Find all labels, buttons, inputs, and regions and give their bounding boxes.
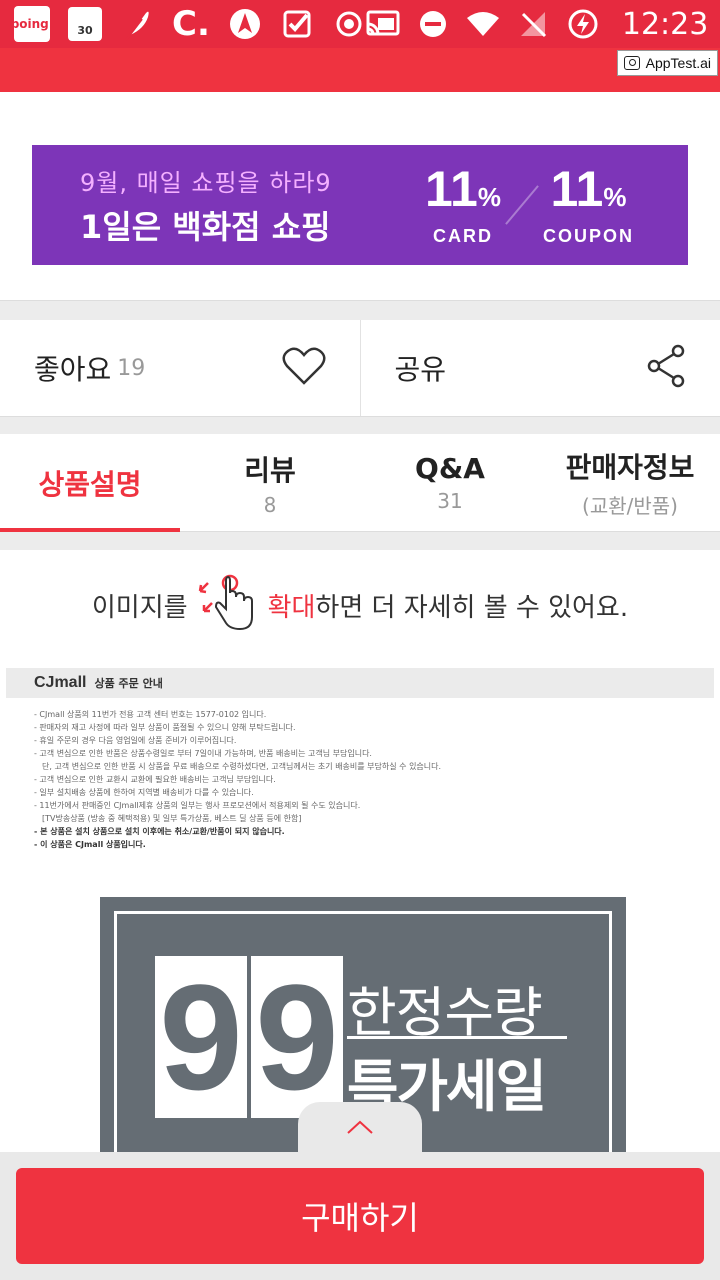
apptest-badge: AppTest.ai bbox=[616, 50, 718, 76]
apptest-label: AppTest.ai bbox=[645, 55, 711, 71]
camera-icon bbox=[623, 56, 640, 70]
checkbox-icon bbox=[280, 7, 314, 41]
notice-line: 단, 고객 변심으로 인한 반품 시 상품을 무료 배송으로 수령하셨다면, 고… bbox=[42, 762, 442, 771]
poster-rule bbox=[347, 1036, 567, 1039]
zoom-hint-after: 하면 더 자세히 볼 수 있어요. bbox=[315, 592, 629, 623]
tab-label: 상품설명 bbox=[38, 467, 142, 501]
product-tabs: 상품설명 리뷰 8 Q&A 31 판매자정보 (교환/반품) bbox=[0, 434, 720, 532]
tab-label: Q&A bbox=[415, 452, 485, 485]
tab-label: 판매자정보 bbox=[565, 451, 695, 484]
notice-line: - CJmall 상품의 11번가 전용 고객 센터 번호는 1577-0102… bbox=[34, 710, 267, 719]
section-divider bbox=[0, 300, 720, 320]
tab-seller-info[interactable]: 판매자정보 (교환/반품) bbox=[540, 434, 720, 531]
tab-review[interactable]: 리뷰 8 bbox=[180, 434, 360, 531]
digit: 9 bbox=[251, 956, 343, 1118]
zoom-hint-highlight: 확대 bbox=[267, 592, 316, 623]
tab-label: 리뷰 bbox=[244, 453, 296, 487]
poing-app-icon: poing. bbox=[11, 6, 53, 42]
zoom-hint: 이미지를 확대 하면 더 자세히 볼 수 있어요. bbox=[0, 574, 720, 635]
notice-title: 상품 주문 안내 bbox=[94, 677, 163, 690]
like-button[interactable]: 좋아요 19 bbox=[0, 320, 360, 416]
buy-button[interactable]: 구매하기 bbox=[16, 1168, 704, 1264]
notice-line: - 휴일 주문의 경우 다음 영업일에 상품 준비가 이루어집니다. bbox=[34, 736, 237, 745]
tab-qna[interactable]: Q&A 31 bbox=[360, 434, 540, 531]
cjmall-logo: CJmall bbox=[34, 674, 87, 691]
share-button[interactable]: 공유 bbox=[359, 320, 720, 416]
banner-title: 1일은 백화점 쇼핑 bbox=[80, 207, 331, 246]
section-divider bbox=[0, 532, 720, 550]
pinch-zoom-icon bbox=[196, 571, 260, 640]
card-label: CARD bbox=[432, 225, 493, 246]
coupon-pct-value: 11 bbox=[550, 160, 604, 217]
record-icon bbox=[332, 7, 366, 41]
card-pct-value: 11 bbox=[425, 160, 478, 217]
feather-icon bbox=[120, 7, 154, 41]
screen: poing. 30 C. 12:23 AppTest.ai 9월, 매일 쇼핑을… bbox=[0, 0, 720, 1280]
tab-count: 31 bbox=[437, 489, 463, 513]
chevron-up-icon bbox=[346, 1119, 374, 1139]
card-discount: 11% CARD bbox=[425, 164, 501, 247]
digit: 9 bbox=[155, 956, 247, 1118]
heart-icon bbox=[282, 346, 326, 390]
order-notice-image[interactable]: CJmall 상품 주문 안내 - CJmall 상품의 11번가 전용 고객 … bbox=[6, 668, 714, 868]
wifi-icon bbox=[466, 7, 500, 41]
c-app-icon: C. bbox=[172, 4, 210, 44]
calendar-icon: 30 bbox=[68, 7, 102, 41]
notice-line: - 고객 변심으로 인한 교환시 교환에 필요한 배송비는 고객님 부담입니다. bbox=[34, 775, 276, 784]
notice-line: - 일부 설치배송 상품에 한하여 지역별 배송비가 다를 수 있습니다. bbox=[34, 788, 254, 797]
like-count: 19 bbox=[117, 355, 146, 381]
tab-count: (교환/반품) bbox=[582, 494, 678, 518]
banner-subtitle: 9월, 매일 쇼핑을 하라9 bbox=[80, 168, 332, 197]
banner-divider bbox=[505, 185, 539, 225]
expand-options-tab[interactable] bbox=[298, 1102, 422, 1156]
notice-line: - 판매자의 재고 사정에 따라 일부 상품이 품절될 수 있으니 양해 부탁드… bbox=[34, 723, 296, 732]
card-pct-sign: % bbox=[477, 181, 501, 212]
notice-line: - 이 상품은 CJmall 상품입니다. bbox=[34, 840, 146, 849]
coupon-label: COUPON bbox=[542, 225, 634, 246]
like-label: 좋아요 bbox=[34, 353, 112, 386]
tab-count: 8 bbox=[263, 492, 277, 517]
share-label: 공유 bbox=[394, 353, 447, 386]
ninety-nine-digits: 9 9 bbox=[155, 956, 343, 1118]
do-not-disturb-icon bbox=[416, 7, 450, 41]
promo-banner[interactable]: 9월, 매일 쇼핑을 하라9 1일은 백화점 쇼핑 11% CARD 11% C… bbox=[32, 145, 688, 265]
navigation-icon bbox=[228, 7, 262, 41]
no-signal-icon bbox=[516, 7, 550, 41]
notice-line: [TV방송상품 (방송 중 혜택적용) 및 일부 특가상품, 베스트 딜 상품 … bbox=[42, 814, 302, 823]
notice-line: - 고객 변심으로 인한 반품은 상품수령일로 부터 7일이내 가능하며, 반품… bbox=[34, 749, 372, 758]
tab-description[interactable]: 상품설명 bbox=[0, 434, 180, 532]
app-header bbox=[0, 48, 720, 92]
battery-saver-icon bbox=[566, 7, 600, 41]
status-bar: poing. 30 C. 12:23 bbox=[0, 0, 720, 48]
coupon-pct-sign: % bbox=[603, 181, 627, 212]
section-divider bbox=[0, 416, 720, 434]
coupon-discount: 11% COUPON bbox=[543, 164, 634, 247]
share-icon bbox=[646, 344, 686, 392]
cast-icon bbox=[366, 7, 400, 41]
clock: 12:23 bbox=[621, 6, 709, 42]
zoom-hint-before: 이미지를 bbox=[91, 592, 188, 623]
notice-line: - 11번가에서 판매중인 CJmall제휴 상품의 일부는 행사 프로모션에서… bbox=[34, 801, 361, 810]
notice-line: - 본 상품은 설치 상품으로 설치 이후에는 취소/교환/반품이 되지 않습니… bbox=[34, 827, 285, 836]
like-share-row: 좋아요 19 공유 bbox=[0, 320, 720, 416]
